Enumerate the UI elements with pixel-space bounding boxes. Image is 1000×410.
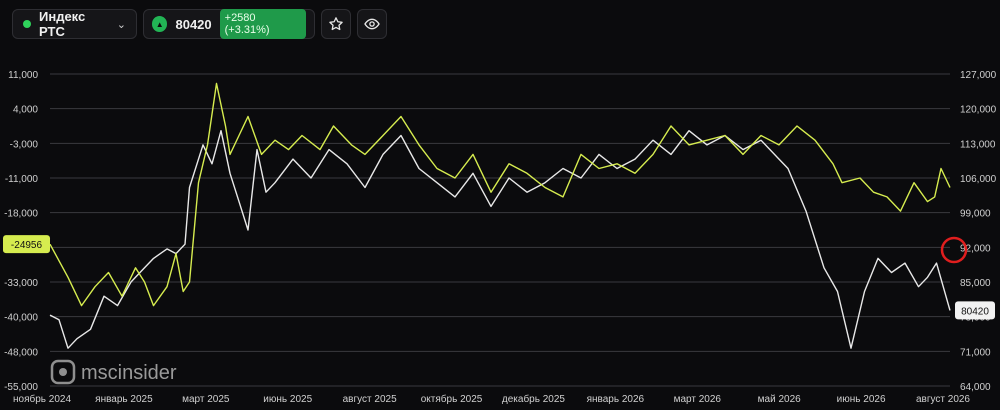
y-left-tick: -18,000: [4, 209, 38, 220]
y-left-tick: -55,000: [4, 382, 38, 393]
x-tick: август 2025: [343, 394, 397, 405]
x-tick: июнь 2025: [263, 394, 312, 405]
series-line: [49, 129, 951, 349]
x-tick: январь 2025: [95, 394, 153, 405]
y-right-tick: 71,000: [960, 347, 991, 358]
x-tick: январь 2026: [587, 394, 645, 405]
x-tick: март 2025: [182, 394, 230, 405]
x-tick: август 2026: [916, 394, 970, 405]
x-tick: июнь 2026: [837, 394, 886, 405]
series-line: [49, 82, 951, 307]
y-left-tick: -11,000: [5, 174, 39, 185]
x-tick: декабрь 2025: [502, 393, 566, 405]
x-tick: март 2026: [674, 394, 722, 405]
y-left-tick: -33,000: [4, 278, 38, 289]
y-left-tick: -40,000: [4, 313, 38, 324]
y-left-tick: -3,000: [10, 139, 39, 150]
watermark: mscinsider: [50, 359, 177, 385]
right-value-label: 80420: [955, 301, 995, 320]
y-right-tick: 106,000: [960, 174, 997, 185]
x-tick: май 2026: [758, 394, 801, 405]
y-right-tick: 85,000: [960, 278, 991, 289]
y-right-tick: 113,000: [960, 139, 996, 150]
left-value-text: -24956: [11, 240, 43, 251]
right-value-text: 80420: [961, 306, 989, 317]
y-left-tick: 11,000: [8, 70, 38, 81]
y-right-tick: 99,000: [960, 209, 991, 220]
y-right-tick: 120,000: [960, 105, 997, 116]
y-right-tick: 127,000: [960, 70, 997, 81]
x-tick: ноябрь 2024: [13, 393, 71, 405]
y-right-tick: 64,000: [960, 382, 991, 393]
y-left-tick: -48,000: [4, 347, 38, 358]
left-value-label: -24956: [3, 235, 50, 254]
y-left-tick: 4,000: [13, 105, 38, 116]
chart: 11,000 127,000 4,000 120,000 -3,000 113,000 -1…: [3, 70, 997, 405]
watermark-text: mscinsider: [81, 362, 177, 384]
x-tick: октябрь 2025: [421, 393, 483, 405]
